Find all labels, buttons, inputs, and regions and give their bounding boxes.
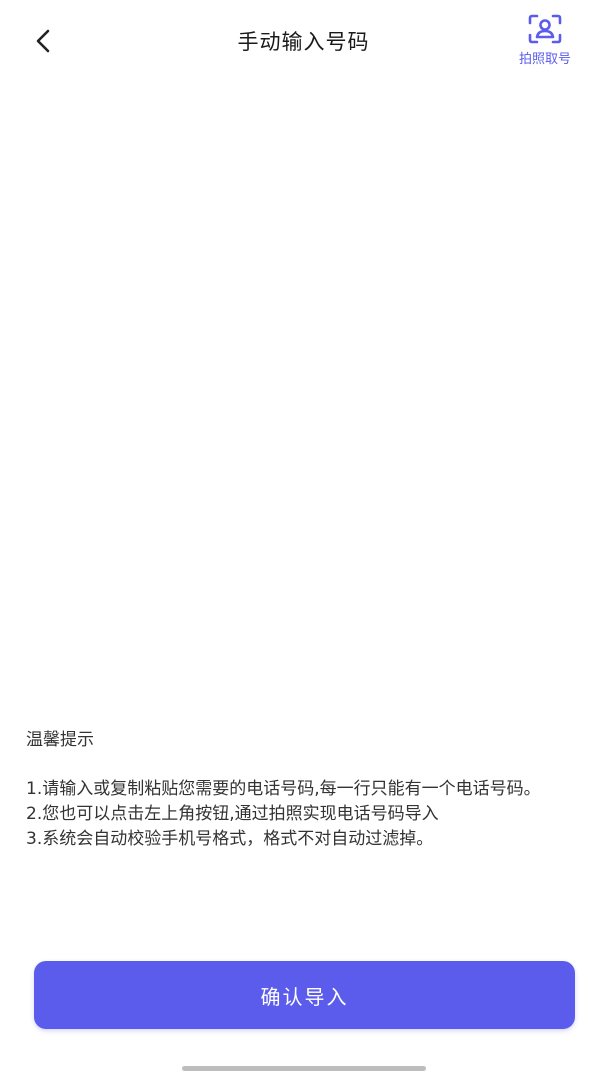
tip-item-2: 2.您也可以点击左上角按钮,通过拍照实现电话号码导入: [26, 804, 439, 824]
tip-item-3: 3.系统会自动校验手机号格式，格式不对自动过滤掉。: [26, 829, 434, 849]
tips-section: 温馨提示 1.请输入或复制粘贴您需要的电话号码,每一行只能有一个电话号码。 2.…: [26, 728, 586, 852]
photo-capture-label: 拍照取号: [518, 52, 571, 67]
home-indicator[interactable]: [182, 1066, 426, 1071]
photo-capture-button[interactable]: 拍照取号: [509, 12, 581, 68]
tips-title: 温馨提示: [26, 730, 94, 750]
tip-item-1: 1.请输入或复制粘贴您需要的电话号码,每一行只能有一个电话号码。: [26, 779, 541, 799]
top-bar: 手动输入号码 拍照取号: [0, 0, 607, 80]
user-scan-icon: [526, 12, 564, 46]
phone-numbers-input[interactable]: [24, 90, 583, 710]
confirm-import-button[interactable]: 确认导入: [34, 961, 575, 1029]
